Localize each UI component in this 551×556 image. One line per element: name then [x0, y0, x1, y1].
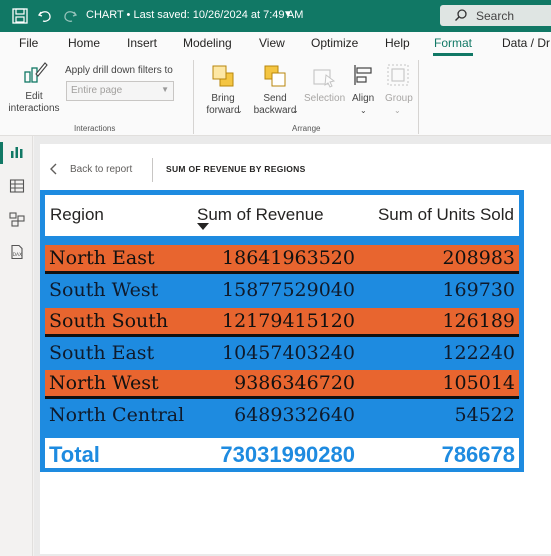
total-units: 786678 [441, 442, 515, 467]
redo-icon[interactable] [61, 7, 79, 25]
edit-interactions-button[interactable]: Edit interactions [8, 91, 60, 115]
edit-interactions-icon[interactable] [22, 60, 48, 86]
menu-home[interactable]: Home [68, 36, 100, 50]
table-row[interactable]: North West 9386346720 105014 [45, 370, 519, 399]
chevron-down-icon[interactable]: ⌄ [394, 105, 401, 117]
column-header-units[interactable]: Sum of Units Sold [378, 205, 514, 225]
interactions-group-label: Interactions [74, 124, 116, 133]
chevron-down-icon[interactable]: ▼ [283, 9, 293, 20]
selection-icon[interactable] [311, 63, 337, 89]
align-icon[interactable] [352, 63, 376, 87]
bring-forward-icon[interactable] [210, 63, 236, 89]
send-backward-icon[interactable] [262, 63, 288, 89]
title-bar: CHART • Last saved: 10/26/2024 at 7:49 A… [0, 0, 551, 32]
ribbon-divider [193, 60, 194, 134]
cell-revenue: 18641963520 [222, 247, 355, 269]
menu-bar: File Home Insert Modeling View Optimize … [0, 32, 551, 56]
align-button[interactable]: Align [352, 93, 374, 105]
arrange-group-label: Arrange [292, 124, 321, 133]
search-placeholder: Search [476, 9, 515, 23]
back-to-report-link[interactable]: Back to report [70, 164, 132, 175]
model-view-icon[interactable] [9, 211, 25, 227]
total-label: Total [49, 442, 100, 467]
table-row[interactable]: South West 15877529040 169730 [45, 277, 519, 306]
cell-units: 208983 [442, 247, 515, 269]
table-row[interactable]: North Central 6489332640 54522 [45, 402, 519, 431]
svg-text:DAX: DAX [13, 252, 23, 258]
back-arrow-icon[interactable] [48, 162, 60, 176]
menu-modeling[interactable]: Modeling [183, 36, 232, 50]
cell-region: South South [49, 310, 169, 332]
cell-region: North Central [49, 404, 185, 426]
menu-file[interactable]: File [19, 36, 38, 50]
menu-format[interactable]: Format [434, 36, 472, 50]
table-row[interactable]: North East 18641963520 208983 [45, 245, 519, 274]
ribbon-divider [418, 60, 419, 134]
table-header: Region Sum of Revenue Sum of Units Sold [45, 195, 519, 236]
cell-region: South East [49, 342, 155, 364]
menu-optimize[interactable]: Optimize [311, 36, 358, 50]
document-title[interactable]: CHART • Last saved: 10/26/2024 at 7:49 A… [86, 9, 303, 21]
drill-filter-label: Apply drill down filters to [65, 65, 173, 76]
group-button[interactable]: Group [385, 93, 413, 105]
undo-icon[interactable] [36, 7, 54, 25]
total-revenue: 73031990280 [220, 442, 355, 467]
dax-query-view-icon[interactable]: DAX [9, 244, 25, 260]
drill-filter-value: Entire page [71, 85, 123, 96]
selection-button[interactable]: Selection [304, 93, 345, 105]
cell-region: North West [49, 372, 159, 394]
cell-revenue: 6489332640 [234, 404, 355, 426]
cell-revenue: 15877529040 [222, 279, 355, 301]
visual-title: SUM OF REVENUE BY REGIONS [166, 164, 306, 174]
chevron-down-icon: ▼ [161, 85, 169, 94]
menu-insert[interactable]: Insert [127, 36, 157, 50]
search-icon [455, 9, 467, 21]
cell-units: 122240 [442, 342, 515, 364]
cell-units: 54522 [454, 404, 515, 426]
search-box[interactable]: Search [440, 5, 551, 26]
active-view-indicator [0, 142, 3, 164]
cell-units: 126189 [442, 310, 515, 332]
chevron-down-icon[interactable]: ⌄ [236, 105, 243, 117]
view-switcher: DAX [0, 136, 33, 556]
cell-region: South West [49, 279, 159, 301]
table-total-row: Total 73031990280 786678 [45, 438, 519, 468]
column-header-region[interactable]: Region [50, 205, 104, 225]
table-row[interactable]: South South 12179415120 126189 [45, 308, 519, 337]
report-view-icon[interactable] [9, 144, 25, 160]
cell-revenue: 9386346720 [234, 372, 355, 394]
cell-region: North East [49, 247, 155, 269]
group-icon[interactable] [386, 63, 410, 87]
cell-revenue: 12179415120 [222, 310, 355, 332]
chevron-down-icon[interactable]: ⌄ [360, 105, 367, 117]
column-header-revenue[interactable]: Sum of Revenue [197, 205, 324, 225]
menu-help[interactable]: Help [385, 36, 410, 50]
cell-units: 169730 [442, 279, 515, 301]
menu-view[interactable]: View [259, 36, 285, 50]
menu-data-drill[interactable]: Data / Dr [502, 36, 550, 50]
cell-units: 105014 [442, 372, 515, 394]
header-divider [152, 158, 153, 182]
drill-filter-select[interactable]: Entire page ▼ [66, 81, 174, 101]
chevron-down-icon[interactable]: ⌄ [292, 105, 299, 117]
sort-descending-icon[interactable] [197, 223, 209, 230]
cell-revenue: 10457403240 [222, 342, 355, 364]
table-view-icon[interactable] [9, 178, 25, 194]
save-icon[interactable] [11, 7, 29, 25]
table-row[interactable]: South East 10457403240 122240 [45, 340, 519, 369]
